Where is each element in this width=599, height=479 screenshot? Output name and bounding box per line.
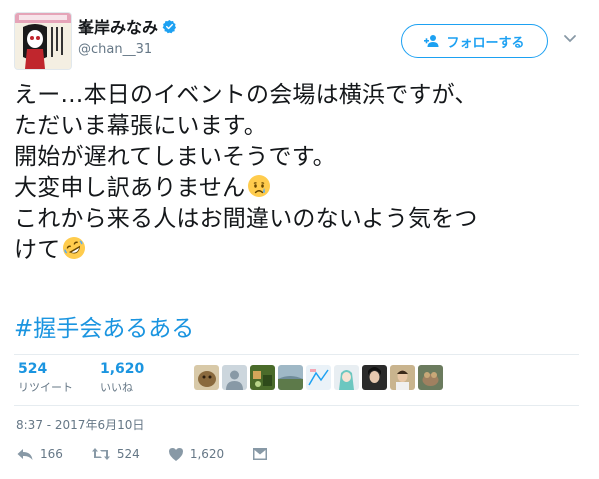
liker-avatar[interactable]	[222, 365, 247, 390]
direct-message-icon	[253, 448, 268, 460]
crying-face-emoji	[248, 175, 271, 197]
follow-person-icon	[424, 35, 439, 47]
tweet-line: えー…本日のイベントの会場は横浜ですが、	[14, 82, 478, 108]
heart-icon	[168, 447, 183, 461]
verified-badge-icon	[162, 19, 177, 33]
reply-count: 166	[40, 447, 63, 461]
like-label: いいね	[100, 381, 133, 394]
liker-avatar[interactable]	[306, 365, 331, 390]
retweet-count[interactable]: 524	[18, 361, 73, 377]
like-button[interactable]: 1,620	[168, 447, 224, 462]
reply-icon	[17, 449, 33, 460]
display-name[interactable]: 峯岸みなみ	[78, 14, 177, 38]
retweet-label: リツイート	[18, 381, 73, 394]
retweet-action-count: 524	[116, 447, 140, 461]
display-name-text[interactable]: 峯岸みなみ	[78, 14, 158, 38]
liker-avatar[interactable]	[418, 365, 443, 390]
tweet-line-with-emoji: 大変申し訳ありません	[14, 173, 584, 204]
like-count[interactable]: 1,620	[100, 361, 144, 377]
retweet-stat[interactable]: 524 リツイート	[18, 361, 73, 395]
like-action-count: 1,620	[189, 447, 225, 461]
like-stat[interactable]: 1,620 いいね	[100, 361, 144, 395]
tweet-actions: 166 524 1,620	[16, 446, 296, 462]
avatar[interactable]	[14, 12, 72, 70]
tweet-line-text: 大変申し訳ありません	[14, 175, 246, 201]
tweet-line: ただいま幕張にいます。	[14, 113, 267, 139]
retweet-icon	[91, 448, 110, 460]
follow-button-label: フォローする	[446, 35, 525, 51]
tweet-line-with-emoji: けて	[14, 235, 584, 266]
liker-avatar[interactable]	[250, 365, 275, 390]
chevron-down-icon[interactable]	[563, 34, 577, 44]
liker-avatars	[194, 365, 443, 390]
user-info: 峯岸みなみ @chan__31	[78, 14, 177, 57]
rofl-emoji	[63, 237, 86, 259]
timestamp[interactable]: 8:37 - 2017年6月10日	[16, 416, 144, 433]
liker-avatar[interactable]	[390, 365, 415, 390]
handle[interactable]: @chan__31	[78, 42, 177, 57]
direct-message-button[interactable]	[252, 447, 268, 461]
retweet-button[interactable]: 524	[91, 446, 140, 462]
liker-avatar[interactable]	[362, 365, 387, 390]
liker-avatar[interactable]	[194, 365, 219, 390]
liker-avatar[interactable]	[334, 365, 359, 390]
tweet-text: えー…本日のイベントの会場は横浜ですが、 ただいま幕張にいます。 開始が遅れてし…	[14, 80, 584, 266]
tweet-line-text: けて	[14, 237, 61, 263]
tweet-line: 開始が遅れてしまいそうです。	[14, 144, 336, 170]
tweet-stats: 524 リツイート 1,620 いいね	[14, 354, 579, 406]
liker-avatar[interactable]	[278, 365, 303, 390]
reply-button[interactable]: 166	[16, 446, 63, 462]
hashtag-link[interactable]: #握手会あるある	[14, 309, 194, 343]
follow-button[interactable]: フォローする	[401, 24, 548, 58]
tweet-line: これから来る人はお間違いのないよう気をつ	[14, 206, 478, 232]
